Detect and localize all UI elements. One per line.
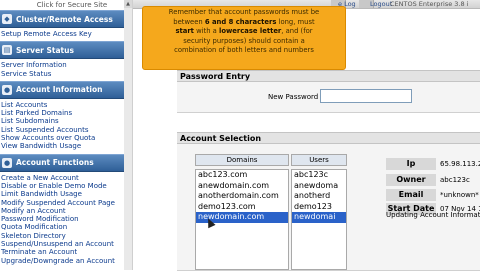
- sidebar-link-service-status[interactable]: Service Status: [1, 70, 124, 78]
- server-status-icon: ▤: [2, 45, 12, 56]
- sidebar-link-view-bandwidth-usage[interactable]: View Bandwidth Usage: [1, 142, 124, 150]
- os-version-text: CENTOS Enterprise 3.8 i: [390, 0, 469, 8]
- sidebar-link-modify-suspended-page[interactable]: Modify Suspended Account Page: [1, 199, 124, 207]
- user-option[interactable]: abc123c: [292, 170, 346, 181]
- user-option[interactable]: anotherd: [292, 191, 346, 202]
- password-entry-title: Password Entry: [177, 70, 480, 82]
- tooltip-line: combination of both letters and numbers: [174, 46, 314, 55]
- cluster-icon: ◆: [2, 14, 12, 24]
- sidebar-link-terminate-account[interactable]: Terminate an Account: [1, 248, 124, 256]
- info-value: 65.98.113.218: [440, 160, 480, 168]
- section-account-functions[interactable]: ● Account Functions: [0, 153, 124, 172]
- sidebar-link-setup-remote-access-key[interactable]: Setup Remote Access Key: [1, 30, 124, 38]
- domain-option[interactable]: demo123.com: [196, 202, 288, 213]
- server-status-links: Server Information Service Status: [0, 60, 124, 81]
- tooltip-line: Remember that account passwords must be: [168, 8, 320, 16]
- info-key: Ip: [386, 158, 436, 170]
- sidebar-link-list-accounts[interactable]: List Accounts: [1, 101, 124, 109]
- sidebar-link-list-parked-domains[interactable]: List Parked Domains: [1, 109, 124, 117]
- users-listbox[interactable]: abc123c anewdoma anotherd demo123 newdom…: [291, 169, 347, 270]
- section-server-status[interactable]: ▤ Server Status: [0, 41, 124, 60]
- info-value: abc123c: [440, 176, 470, 184]
- domains-header: Domains: [195, 154, 289, 166]
- secure-site-link[interactable]: Click for Secure Site: [0, 0, 124, 10]
- password-rules-tooltip: Remember that account passwords must be …: [142, 6, 346, 70]
- user-option[interactable]: demo123: [292, 202, 346, 213]
- sidebar-link-quota-modification[interactable]: Quota Modification: [1, 223, 124, 231]
- new-password-input[interactable]: [320, 89, 412, 103]
- account-functions-icon: ●: [2, 157, 12, 168]
- account-information-links: List Accounts List Parked Domains List S…: [0, 100, 124, 154]
- tooltip-line: between 6 and 8 characters long, must: [173, 17, 315, 26]
- sidebar-link-password-modification[interactable]: Password Modification: [1, 215, 124, 223]
- user-option[interactable]: anewdoma: [292, 181, 346, 192]
- sidebar-link-upgrade-downgrade[interactable]: Upgrade/Downgrade an Account: [1, 257, 124, 265]
- sidebar-link-suspend-unsuspend[interactable]: Suspend/Unsuspend an Account: [1, 240, 124, 248]
- info-key: Owner: [386, 174, 436, 186]
- domain-option[interactable]: abc123.com: [196, 170, 288, 181]
- users-header: Users: [291, 154, 347, 166]
- info-key: Email: [386, 189, 436, 201]
- sidebar-link-demo-mode[interactable]: Disable or Enable Demo Mode: [1, 182, 124, 190]
- sidebar-link-limit-bandwidth[interactable]: Limit Bandwidth Usage: [1, 190, 124, 198]
- section-title: Account Information: [16, 85, 103, 95]
- section-title: Account Functions: [16, 158, 94, 168]
- section-title: Cluster/Remote Access: [16, 14, 113, 24]
- sidebar-link-list-subdomains[interactable]: List Subdomains: [1, 117, 124, 125]
- updating-status-text: Updating Account Information: [386, 211, 480, 219]
- account-functions-links: Create a New Account Disable or Enable D…: [0, 173, 124, 268]
- section-cluster-remote-access[interactable]: ◆ Cluster/Remote Access: [0, 10, 124, 28]
- cluster-links: Setup Remote Access Key: [0, 29, 124, 41]
- tooltip-line: security purposes) should contain a: [183, 36, 305, 45]
- sidebar-link-show-accounts-over-quota[interactable]: Show Accounts over Quota: [1, 134, 124, 142]
- section-title: Server Status: [16, 45, 74, 55]
- scroll-up-icon[interactable]: ▲: [124, 0, 132, 8]
- sidebar-link-modify-account[interactable]: Modify an Account: [1, 207, 124, 215]
- user-option-selected[interactable]: newdomai: [292, 212, 346, 223]
- sidebar-scrollbar[interactable]: ▲: [124, 0, 133, 270]
- new-password-label: New Password: [268, 93, 319, 101]
- sidebar-link-skeleton-directory[interactable]: Skeleton Directory: [1, 232, 124, 240]
- logout-link[interactable]: Logout: [370, 0, 392, 8]
- tooltip-line: start with a lowercase letter, and (for: [175, 27, 313, 36]
- info-value: *unknown*: [440, 191, 479, 199]
- account-selection-title: Account Selection: [177, 132, 480, 144]
- section-account-information[interactable]: ● Account Information: [0, 80, 124, 99]
- sidebar-link-server-information[interactable]: Server Information: [1, 61, 124, 69]
- sidebar-link-list-suspended-accounts[interactable]: List Suspended Accounts: [1, 126, 124, 134]
- sidebar: Click for Secure Site ◆ Cluster/Remote A…: [0, 0, 125, 270]
- account-info-icon: ●: [2, 84, 12, 95]
- domain-option[interactable]: anotherdomain.com: [196, 191, 288, 202]
- domain-option[interactable]: anewdomain.com: [196, 181, 288, 192]
- sidebar-link-create-account[interactable]: Create a New Account: [1, 174, 124, 182]
